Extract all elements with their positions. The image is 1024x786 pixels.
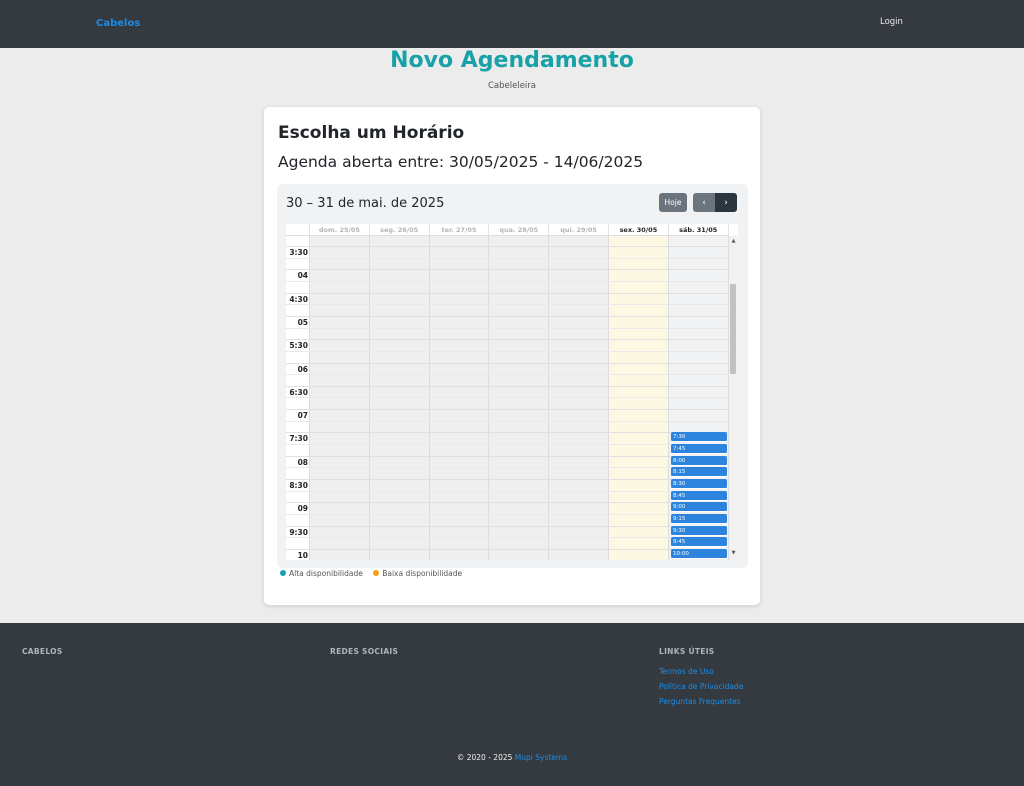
time-label: 5:30 [289,341,308,351]
slot-line [286,479,729,480]
day-header: ter. 27/05 [429,224,490,236]
legend-item-high: Alta disponibilidade [280,569,363,578]
time-label: 05 [297,317,308,327]
day-header: qui. 29/05 [549,224,609,236]
day-header: sáb. 31/05 [668,224,729,236]
scrollbar-thumb[interactable] [730,284,736,374]
legend-label: Baixa disponibilidade [382,569,463,578]
time-slot-event[interactable]: 7:30 [671,432,727,443]
slot-line [286,385,729,387]
schedule-range: Agenda aberta entre: 30/05/2025 - 14/06/… [278,153,644,171]
scroll-up-icon[interactable]: ▲ [730,238,737,244]
time-label: 6:30 [289,387,308,397]
calendar-title: 30 – 31 de mai. de 2025 [286,196,445,211]
time-slot-event[interactable]: 9:15 [671,513,727,524]
copyright-text: © 2020 - 2025 [456,753,513,762]
time-slot-event[interactable]: 10:00 [671,548,727,559]
schedule-card: Escolha um Horário Agenda aberta entre: … [264,107,760,605]
page-title: Novo Agendamento [390,48,634,73]
slot-line [286,257,729,259]
slot-line [286,537,729,539]
legend-label: Alta disponibilidade [289,569,363,578]
slot-line [286,374,729,376]
brand-link[interactable]: Cabelos [96,18,140,29]
day-header: qua. 28/05 [489,224,550,236]
time-label: 10 [297,550,308,560]
time-label: 07 [297,411,308,421]
time-label: 3:30 [289,248,308,257]
footer-link-privacy[interactable]: Política de Privacidade [659,682,743,691]
slot-line [286,525,729,527]
time-slot-event[interactable]: 8:30 [671,479,727,489]
login-link[interactable]: Login [880,17,903,27]
slot-line [286,362,729,364]
slot-line [286,315,729,317]
footer-title-links: LINKS ÚTEIS [659,647,715,656]
calendar: 30 – 31 de mai. de 2025 Hoje ‹ › 3:30 04 4… [277,184,748,568]
time-label: 8:30 [289,481,308,490]
slot-line [286,246,729,247]
chevron-right-icon: › [724,197,728,208]
time-label: 7:30 [289,434,308,444]
footer-link-terms[interactable]: Termos de Uso [659,667,714,676]
scroll-down-icon[interactable]: ▼ [730,550,737,556]
footer-title-social: REDES SOCIAIS [330,647,399,656]
page-subtitle: Cabeleleira [487,81,537,91]
next-button[interactable]: › [715,193,737,212]
time-slot-event[interactable]: 8:15 [671,467,727,478]
footer: CABELOS REDES SOCIAIS LINKS ÚTEIS Termos… [0,623,1024,786]
time-slot-event[interactable]: 8:00 [671,455,727,466]
slot-line [286,490,729,492]
slot-line [286,513,729,515]
slot-line [286,327,729,329]
slot-line [286,548,729,550]
chevron-left-icon: ‹ [702,197,706,208]
calendar-scrollbar[interactable]: ▲ ▼ [729,236,738,560]
slot-line [286,339,729,341]
day-header: sex. 30/05 [609,224,669,236]
time-slot-event[interactable]: 9:45 [671,537,727,548]
navbar: Cabelos Login [0,0,1024,48]
time-slot-event[interactable]: 8:45 [671,490,727,501]
time-slot-event[interactable]: 9:00 [671,502,727,513]
slot-line [286,350,729,352]
slot-line [286,420,729,422]
slot-line [286,292,729,294]
slot-line [286,432,729,434]
card-title: Escolha um Horário [278,123,465,143]
slot-line [286,444,729,446]
slot-line [286,409,729,411]
slot-line [286,455,729,457]
legend-dot-icon [373,570,380,576]
time-label: 09 [297,504,308,514]
calendar-body: 3:30 04 4:30 05 5:30 06 6:30 07 7:30 08 8:30 09 9:30… [286,236,729,560]
copyright: © 2020 - 2025 Mupi Systems [0,753,1024,762]
time-label: 4:30 [289,294,308,304]
slot-line [286,397,729,399]
prev-button[interactable]: ‹ [693,193,715,212]
time-axis-header [286,224,310,236]
legend-item-low: Baixa disponibilidade [373,569,462,578]
today-button[interactable]: Hoje [659,193,687,212]
time-label: 04 [297,271,308,281]
legend: Alta disponibilidade Baixa disponibilida… [280,569,470,578]
day-header: seg. 26/05 [369,224,430,236]
time-label: 08 [297,457,308,467]
slot-line [286,502,729,504]
calendar-grid: 3:30 04 4:30 05 5:30 06 6:30 07 7:30 08 8:30 09 9:30… [286,224,738,560]
slot-line [286,280,729,282]
company-link[interactable]: Mupi Systems [515,753,567,762]
footer-link-faq[interactable]: Perguntas Frequentes [659,697,741,706]
time-label: 9:30 [289,527,308,537]
time-label: 06 [297,364,308,374]
time-slot-event[interactable]: 9:30 [671,525,727,536]
slot-line [286,304,729,306]
day-header: dom. 25/05 [310,224,370,236]
footer-title-cabelos: CABELOS [22,647,63,656]
slot-line [286,269,729,271]
slot-line [286,467,729,469]
legend-dot-icon [280,570,286,576]
time-slot-event[interactable]: 7:45 [671,444,727,455]
